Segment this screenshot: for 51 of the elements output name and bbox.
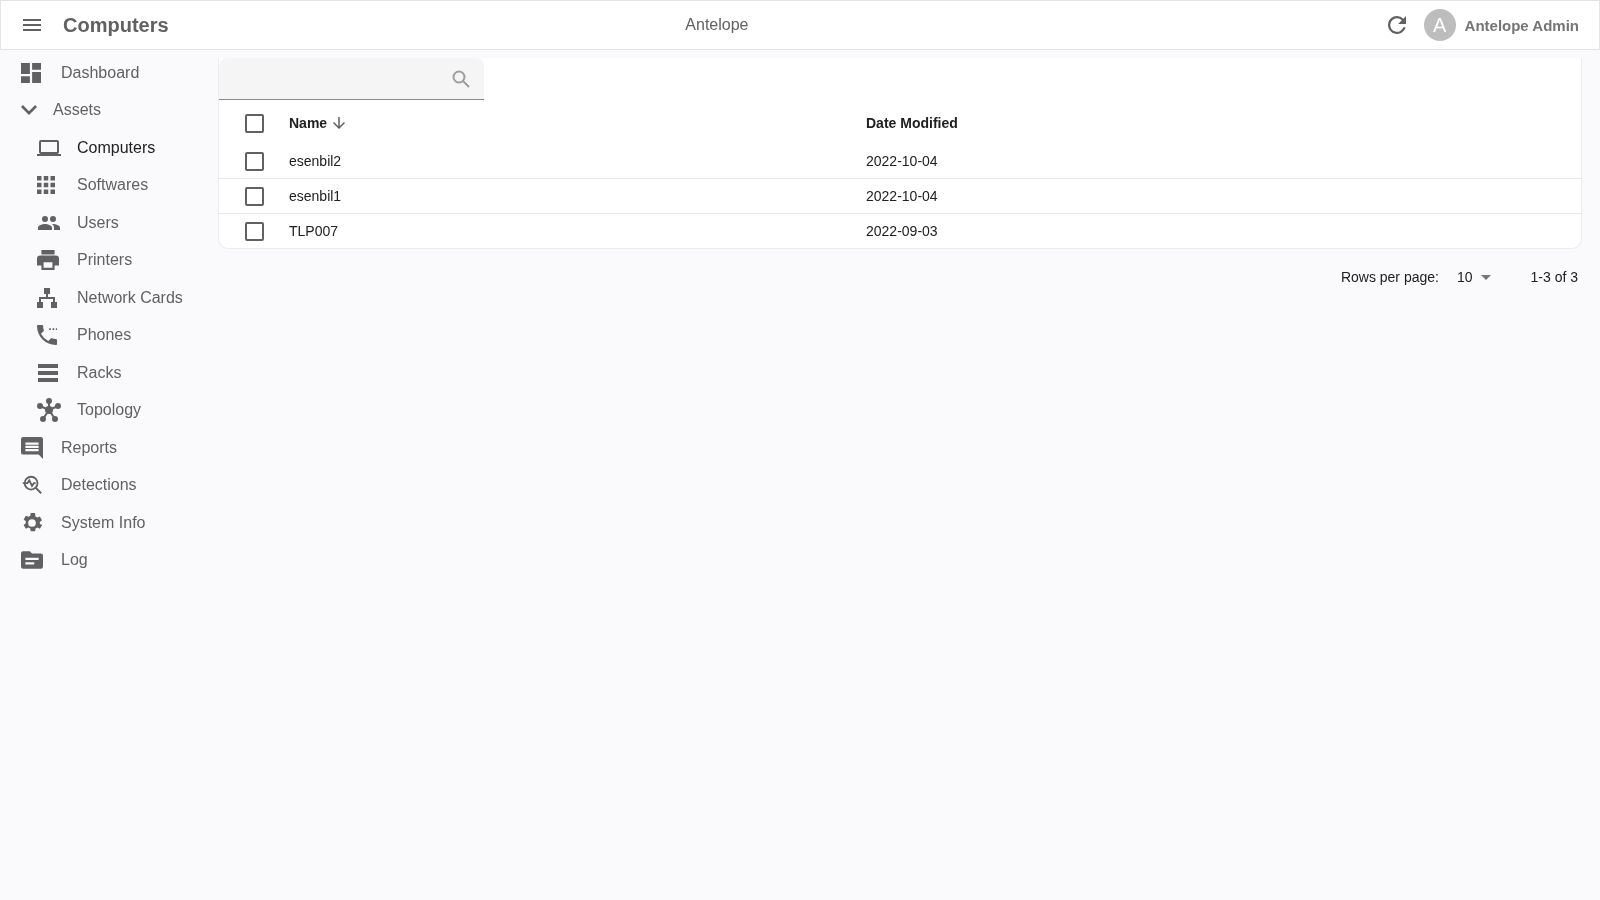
refresh-icon[interactable]	[1387, 16, 1406, 34]
row-checkbox[interactable]	[244, 221, 264, 241]
sidebar-item[interactable]: Softwares	[0, 166, 218, 204]
dashboard-icon	[21, 62, 41, 83]
table-cell-text: esenbil2	[289, 153, 343, 169]
folder-icon	[21, 551, 43, 570]
sidebar-item[interactable]: System Info	[0, 504, 218, 542]
dropdown-caret-icon	[1480, 274, 1491, 280]
chat-icon	[21, 436, 43, 459]
sidebar-item[interactable]: Printers	[0, 241, 218, 279]
server-rack-icon	[37, 363, 59, 382]
select-all-checkbox[interactable]	[244, 113, 264, 133]
people-icon	[37, 215, 61, 230]
table-cell: 2022-10-04	[866, 153, 938, 169]
sidebar-item[interactable]: Racks	[0, 354, 218, 392]
row-checkbox[interactable]	[244, 186, 264, 206]
sidebar-item[interactable]: Dashboard	[0, 54, 218, 92]
table-cell: 2022-10-04	[866, 188, 938, 204]
table-cell: 2022-09-03	[866, 223, 938, 239]
network-nodes-icon	[37, 398, 61, 423]
printer-icon	[37, 250, 59, 271]
laptop-icon	[37, 138, 61, 157]
app-name: Antelope	[685, 16, 749, 34]
rows-per-page-label: Rows per page:	[1340, 269, 1439, 285]
row-checkbox[interactable]	[244, 151, 264, 171]
sidebar-item[interactable]: Reports	[0, 429, 218, 467]
table-cell-text: esenbil1	[289, 188, 343, 204]
page-range: 1-3 of 3	[1530, 269, 1578, 285]
rows-per-page-select[interactable]: 10	[1456, 269, 1491, 285]
table-cell-text: TLP007	[289, 223, 340, 239]
chevron-down-icon	[21, 105, 37, 116]
phone-icon	[37, 325, 57, 346]
grid-icon	[37, 176, 55, 195]
search-icon	[452, 69, 470, 88]
network-icon	[37, 287, 57, 308]
user-name[interactable]: Antelope Admin	[1464, 16, 1579, 34]
sidebar-item[interactable]: Log	[0, 541, 218, 579]
menu-icon[interactable]	[23, 19, 41, 31]
column-header[interactable]: Date Modified	[866, 115, 958, 131]
arrow-down-icon[interactable]	[333, 116, 346, 130]
sidebar-item[interactable]: Users	[0, 204, 218, 242]
sidebar-item[interactable]: Phones	[0, 316, 218, 354]
search-field[interactable]	[219, 58, 484, 100]
settings-icon	[21, 511, 43, 534]
sidebar-item[interactable]: Detections	[0, 466, 218, 504]
sidebar-item[interactable]: Network Cards	[0, 279, 218, 317]
sidebar-item[interactable]: Assets	[0, 91, 218, 129]
search-pulse-icon	[21, 474, 43, 497]
column-header[interactable]: Name	[289, 115, 328, 131]
page-title: Computers	[63, 13, 169, 37]
sidebar-item[interactable]: Topology	[0, 391, 218, 429]
